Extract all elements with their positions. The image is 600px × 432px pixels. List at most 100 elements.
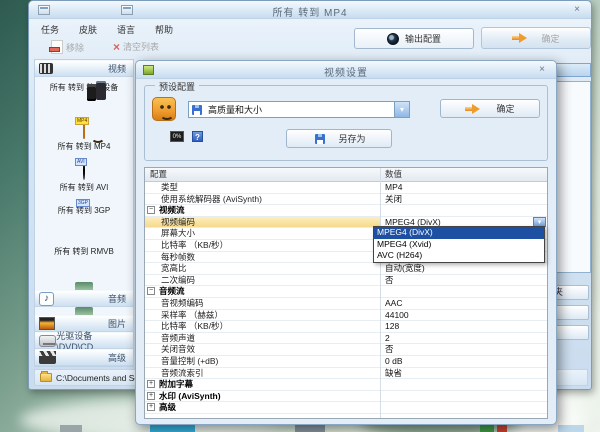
clear-list-button[interactable]: × 清空列表 (113, 40, 159, 53)
row-label: +水印 (AviSynth) (145, 391, 380, 402)
row-value: AAC (380, 298, 547, 309)
main-ok-button[interactable]: 确定 (481, 27, 591, 49)
dropdown-option[interactable]: AVC (H264) (374, 250, 544, 262)
row-value: 否 (380, 275, 547, 286)
collapse-icon[interactable]: − (147, 206, 155, 214)
table-row[interactable]: −视频流 (145, 205, 547, 217)
row-label: 使用系统解码器 (AviSynth) (145, 194, 380, 205)
sidebar-item-label: 所有 转到 MP4 (58, 141, 111, 152)
sidebar-item[interactable]: AVI所有 转到 AVI (35, 159, 133, 200)
sidebar-section-4[interactable]: 光驱设备\DVD\CD (35, 332, 133, 349)
table-row[interactable]: 二次编码否 (145, 275, 547, 287)
table-row[interactable]: +水印 (AviSynth) (145, 391, 547, 403)
row-label: 二次编码 (145, 275, 380, 286)
dialog-title: 视频设置 (136, 64, 556, 79)
output-config-button[interactable]: 输出配置 (354, 28, 474, 49)
table-row[interactable]: 音频声道2 (145, 333, 547, 345)
row-value: 2 (380, 333, 547, 344)
main-ok-label: 确定 (541, 32, 559, 45)
sidebar-item[interactable]: 所有 转到 RMVB (35, 241, 133, 282)
quality-percent-icon[interactable]: 0% (170, 131, 184, 142)
row-value (380, 205, 547, 216)
floppy-icon (315, 134, 325, 144)
table-row[interactable]: 关闭音效否 (145, 344, 547, 356)
close-icon[interactable]: × (571, 4, 583, 16)
preset-value: 高质量和大小 (205, 103, 394, 116)
collapse-icon[interactable]: − (147, 287, 155, 295)
row-value (380, 402, 547, 413)
sidebar-section-label: 音频 (108, 292, 126, 305)
dialog-titlebar[interactable]: 视频设置 × (136, 61, 556, 79)
taskbar-sliver (295, 425, 325, 432)
dropdown-option[interactable]: MPEG4 (DivX) (374, 227, 544, 239)
settings-table: 配置 数值 类型MP4使用系统解码器 (AviSynth)关闭−视频流视频编码M… (144, 167, 548, 419)
row-label: 视频编码 (145, 217, 380, 228)
menu-task[interactable]: 任务 (39, 22, 61, 37)
sidebar-section-1[interactable]: 视频 (35, 60, 133, 77)
arrow-icon (512, 33, 527, 43)
sidebar-item[interactable]: MP4所有 转到 MP4 (35, 118, 133, 159)
preset-combobox[interactable]: 高质量和大小 ▾ (188, 101, 410, 118)
menubar: 任务 皮肤 语言 帮助 (39, 22, 175, 37)
table-row[interactable]: 使用系统解码器 (AviSynth)关闭 (145, 194, 547, 206)
category-sidebar: 视频所有 转到 移动设备MP4所有 转到 MP4AVI所有 转到 AVI3GP所… (34, 59, 134, 367)
expand-icon[interactable]: + (147, 380, 155, 388)
menu-language[interactable]: 语言 (115, 22, 137, 37)
row-value (380, 391, 547, 402)
table-row[interactable]: +附加字幕 (145, 379, 547, 391)
sidebar-section-5[interactable]: 高级 (35, 349, 133, 366)
remove-icon (51, 40, 63, 54)
column-divider (380, 168, 381, 418)
video-icon (39, 63, 53, 74)
sidebar-item[interactable]: 所有 转到 移动设备 (35, 77, 133, 118)
sidebar-item-label: 所有 转到 AVI (60, 182, 109, 193)
table-row[interactable]: 类型MP4 (145, 182, 547, 194)
config-icon (387, 33, 399, 45)
disc-drive-icon (39, 335, 56, 347)
row-label: −视频流 (145, 205, 380, 216)
menu-skin[interactable]: 皮肤 (77, 22, 99, 37)
sidebar-section-2[interactable]: ♪音频 (35, 290, 133, 307)
table-row[interactable]: 宽高比自动(宽度) (145, 263, 547, 275)
save-as-button[interactable]: 另存为 (286, 129, 392, 148)
table-row[interactable]: +高级 (145, 402, 547, 414)
table-row[interactable]: 音频流索引缺省 (145, 368, 547, 380)
remove-label: 移除 (66, 41, 84, 54)
table-row[interactable]: 比特率 （KB/秒）128 (145, 321, 547, 333)
help-icon[interactable]: ? (192, 131, 203, 142)
dialog-ok-label: 确定 (496, 102, 514, 115)
row-label: −音频流 (145, 286, 380, 297)
codec-dropdown-list: MPEG4 (DivX)MPEG4 (Xvid)AVC (H264) (373, 226, 545, 263)
taskbar-sliver (60, 425, 82, 432)
menu-help[interactable]: 帮助 (153, 22, 175, 37)
chevron-down-icon[interactable]: ▾ (394, 102, 409, 117)
dropdown-option[interactable]: MPEG4 (Xvid) (374, 239, 544, 251)
row-value: 缺省 (380, 368, 547, 379)
taskbar-sliver (558, 425, 584, 432)
table-row[interactable]: 采样率 （赫兹）44100 (145, 310, 547, 322)
clear-list-label: 清空列表 (123, 40, 159, 53)
row-label: 每秒帧数 (145, 252, 380, 263)
main-titlebar[interactable]: 所有 转到 MP4 × (29, 1, 591, 19)
row-value: 0 dB (380, 356, 547, 367)
table-row[interactable]: −音频流 (145, 286, 547, 298)
table-row[interactable]: 音量控制 (+dB)0 dB (145, 356, 547, 368)
image-icon (39, 317, 55, 330)
clipped-item-icon (75, 282, 93, 290)
taskbar-sliver (497, 425, 507, 432)
expand-icon[interactable]: + (147, 403, 155, 411)
preset-groupbox: 预设配置 (144, 85, 548, 161)
row-value: 自动(宽度) (380, 263, 547, 274)
clipped-item-icon (75, 307, 93, 315)
desktop: 所有 转到 MP4 × 任务 皮肤 语言 帮助 移除 × 清空列表 输出配置 确… (0, 0, 600, 432)
row-label: 关闭音效 (145, 344, 380, 355)
dialog-close-icon[interactable]: × (536, 64, 548, 76)
sidebar-item[interactable]: 3GP所有 转到 3GP (35, 200, 133, 241)
row-label: +附加字幕 (145, 379, 380, 390)
dialog-ok-button[interactable]: 确定 (440, 99, 540, 118)
expand-icon[interactable]: + (147, 392, 155, 400)
table-header: 配置 数值 (145, 168, 547, 182)
sidebar-section-label: 高级 (108, 351, 126, 364)
remove-button[interactable]: 移除 (51, 40, 84, 54)
table-row[interactable]: 音视频编码AAC (145, 298, 547, 310)
